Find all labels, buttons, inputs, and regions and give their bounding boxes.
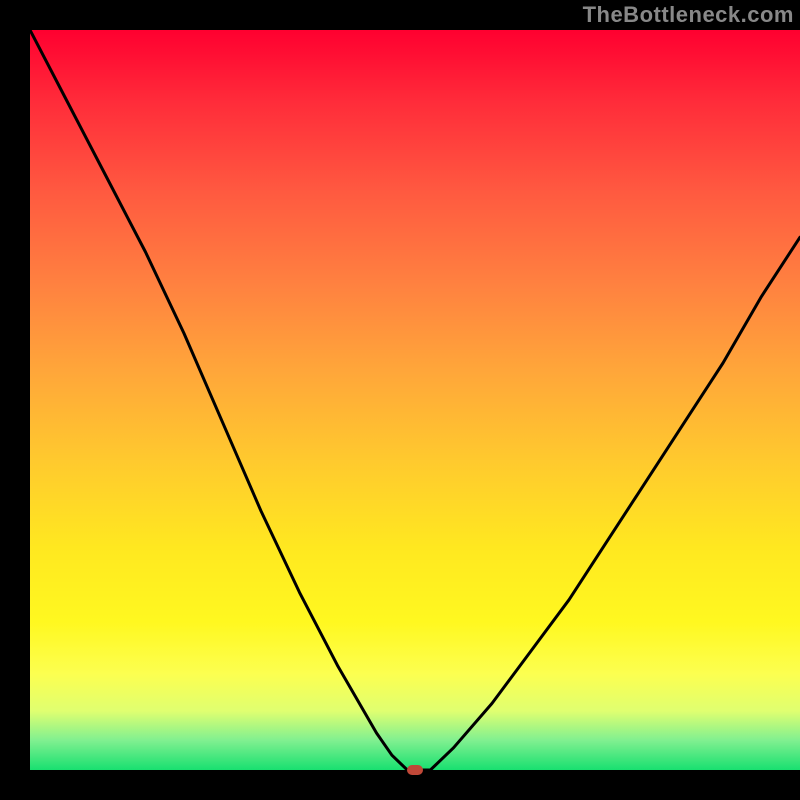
watermark-text: TheBottleneck.com	[583, 2, 794, 28]
optimal-point-marker	[407, 765, 423, 775]
bottleneck-curve	[30, 30, 800, 770]
chart-frame: TheBottleneck.com	[0, 0, 800, 800]
plot-area	[30, 30, 800, 770]
